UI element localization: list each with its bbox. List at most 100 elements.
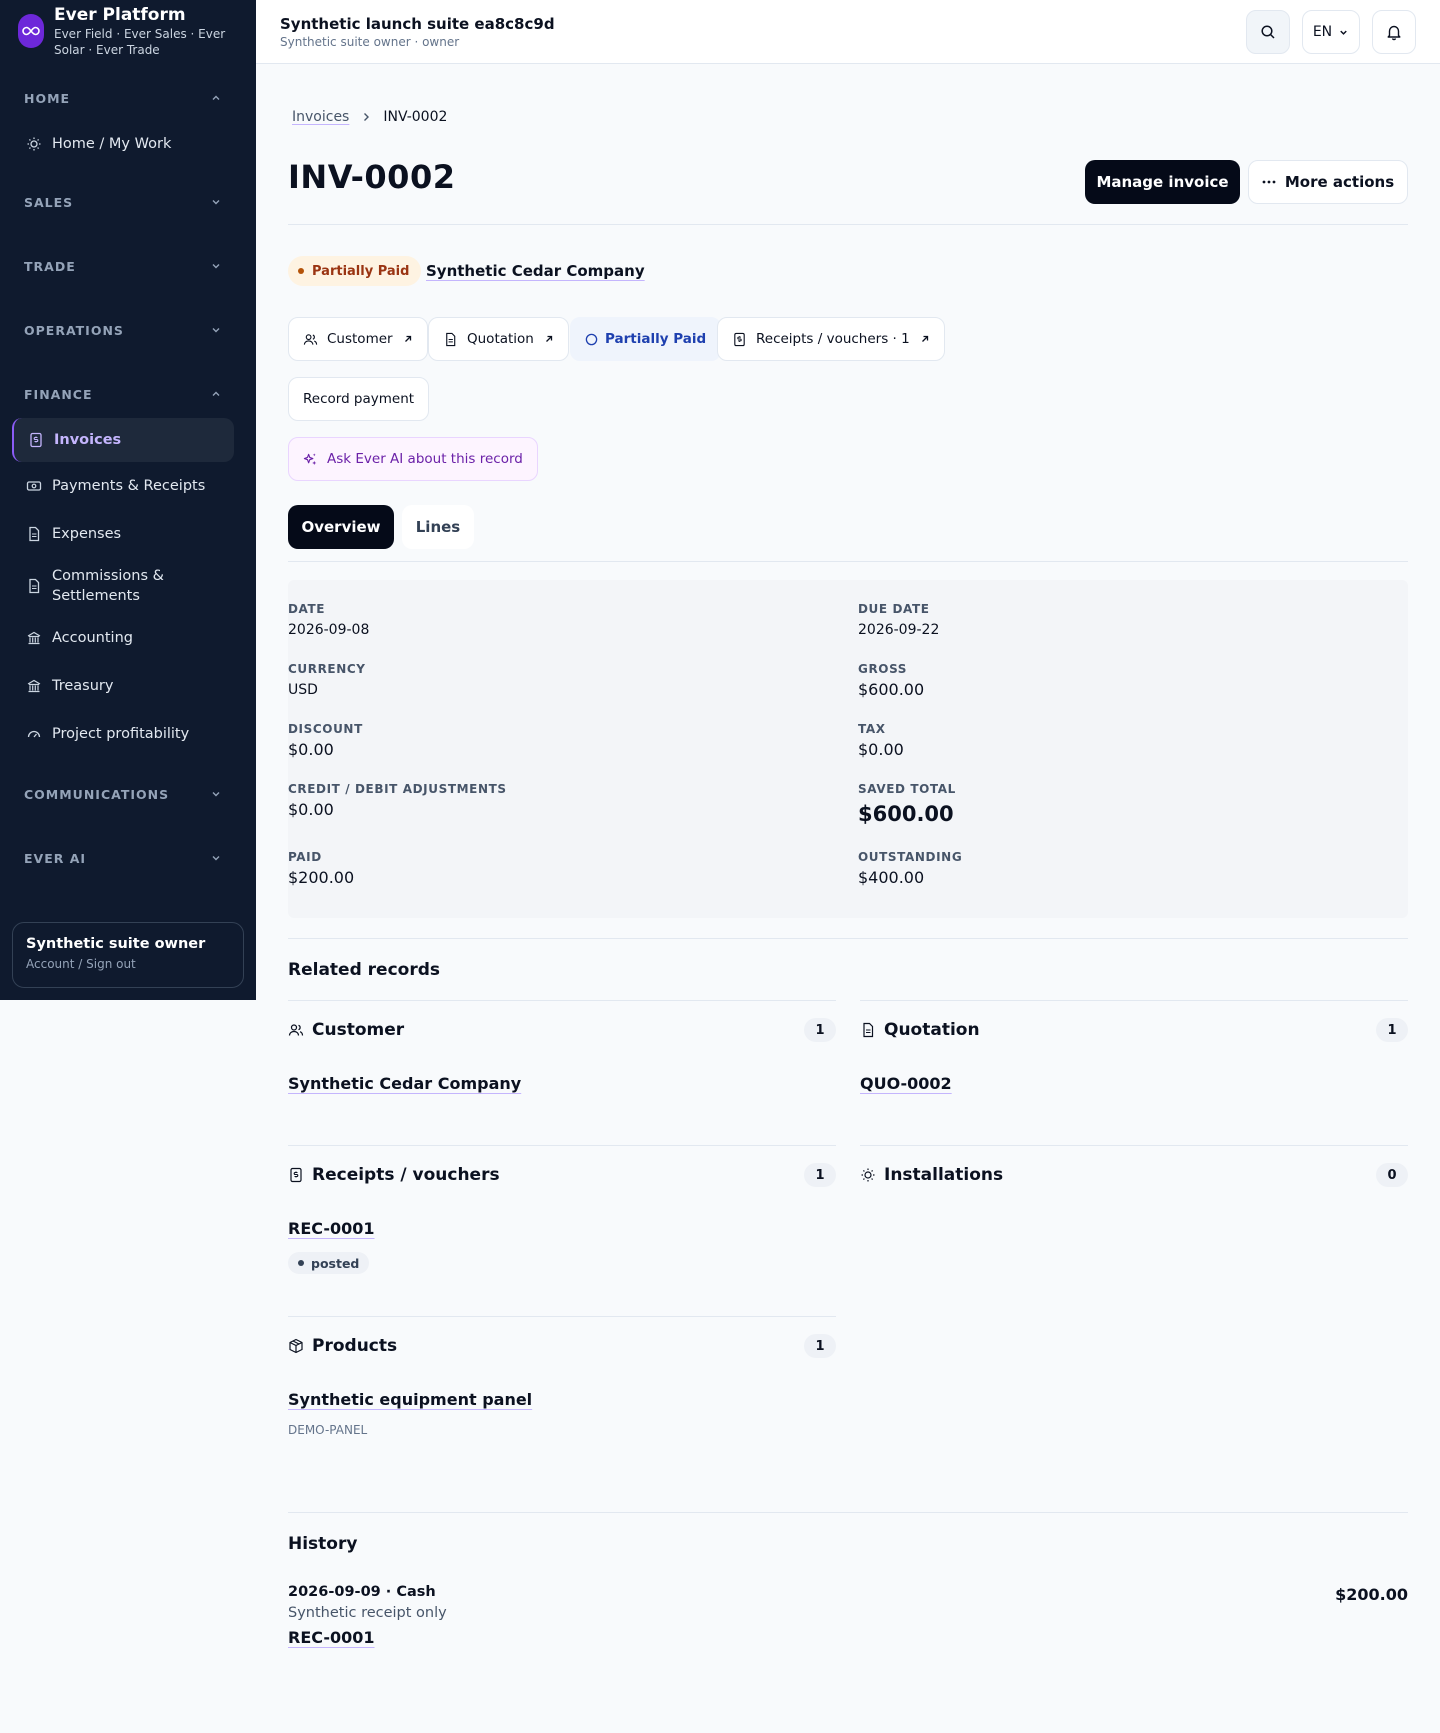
record-payment-button[interactable]: Record payment — [288, 377, 430, 421]
field-value: 2026-09-08 — [288, 622, 370, 638]
package-icon — [289, 1338, 303, 1354]
nav-group-finance[interactable]: FINANCE — [0, 362, 256, 426]
related-customer-card: Customer 1 Synthetic Cedar Company — [288, 1000, 836, 1093]
field-saved-total: SAVED TOTAL $600.00 — [858, 782, 956, 826]
sidebar-item-home[interactable]: Home / My Work — [0, 120, 256, 168]
status-dot — [298, 1260, 304, 1266]
card-title: Products — [312, 1336, 398, 1356]
status-dot — [298, 268, 304, 274]
circle-icon — [585, 333, 598, 345]
count-badge: 0 — [1376, 1163, 1408, 1187]
search-icon — [1261, 25, 1275, 39]
related-customer-link[interactable]: Synthetic Cedar Company — [288, 1074, 521, 1093]
card-title: Customer — [312, 1020, 405, 1040]
topbar: Synthetic launch suite ea8c8c9d Syntheti… — [256, 0, 1440, 64]
card-header: Customer 1 — [288, 1001, 836, 1059]
brand[interactable]: Ever Platform Ever Field · Ever Sales · … — [0, 0, 256, 64]
history-entry-amount: $200.00 — [1335, 1585, 1408, 1604]
nav-group-label: OPERATIONS — [24, 322, 124, 338]
document-icon — [863, 1022, 874, 1038]
related-receipt-link[interactable]: REC-0001 — [288, 1219, 375, 1238]
nav-group-label: TRADE — [24, 258, 76, 274]
field-label: OUTSTANDING — [858, 850, 963, 864]
customer-chip[interactable]: Customer — [288, 317, 428, 361]
tab-lines[interactable]: Lines — [402, 505, 474, 549]
customer-link[interactable]: Synthetic Cedar Company — [426, 262, 645, 280]
receipt-icon — [290, 1167, 302, 1183]
sidebar-item-commissions[interactable]: Commissions & Settlements — [0, 558, 256, 614]
language-select[interactable]: EN — [1302, 10, 1360, 54]
field-tax: TAX $0.00 — [858, 722, 904, 759]
banknote-icon — [26, 481, 42, 491]
field-label: PAID — [288, 850, 322, 864]
more-actions-label: More actions — [1284, 173, 1395, 191]
divider — [288, 224, 1408, 225]
count-badge: 1 — [804, 1018, 836, 1042]
nav-group-label: FINANCE — [24, 386, 93, 402]
chip-label: Quotation — [467, 331, 534, 347]
sidebar-item-project-profitability[interactable]: Project profitability — [0, 710, 256, 758]
card-header: Quotation 1 — [860, 1001, 1408, 1059]
chevron-down-icon — [212, 792, 220, 797]
chevron-down-icon — [212, 264, 220, 269]
brand-subtitle: Ever Field · Ever Sales · Ever Solar · E… — [54, 27, 226, 57]
chevron-up-icon — [212, 95, 220, 100]
receipt-icon — [734, 332, 745, 346]
sidebar-item-treasury[interactable]: Treasury — [0, 662, 256, 710]
tab-overview[interactable]: Overview — [288, 505, 394, 549]
account-card[interactable]: Synthetic suite owner Account / Sign out — [12, 922, 244, 988]
field-label: DUE DATE — [858, 602, 930, 616]
badge-label: posted — [311, 1255, 360, 1271]
more-actions-button[interactable]: More actions — [1248, 160, 1408, 204]
related-product-link[interactable]: Synthetic equipment panel — [288, 1390, 532, 1409]
account-name: Synthetic suite owner — [26, 936, 206, 952]
notifications-button[interactable] — [1372, 10, 1416, 54]
arrow-up-right-icon — [545, 335, 553, 342]
field-date: DATE 2026-09-08 — [288, 602, 369, 638]
page-title: INV-0002 — [288, 158, 456, 196]
nav-group-ever-ai[interactable]: EVER AI — [0, 826, 256, 890]
receipt-icon — [30, 432, 42, 448]
history-entry-note: Synthetic receipt only — [288, 1605, 447, 1621]
field-value: USD — [288, 682, 318, 698]
nav-group-sales[interactable]: SALES — [0, 170, 256, 234]
sidebar-item-label: Invoices — [54, 432, 122, 448]
field-value: $400.00 — [858, 868, 925, 887]
field-label: DATE — [288, 602, 326, 616]
sidebar-item-expenses[interactable]: Expenses — [0, 510, 256, 558]
field-currency: CURRENCY USD — [288, 662, 366, 698]
more-horizontal-icon — [1262, 180, 1276, 184]
sidebar-item-label: Expenses — [52, 526, 122, 542]
bell-icon — [1387, 25, 1401, 41]
receipts-chip[interactable]: Receipts / vouchers · 1 — [717, 317, 945, 361]
history-receipt-link[interactable]: REC-0001 — [288, 1628, 375, 1647]
document-icon — [29, 578, 40, 594]
chevron-down-icon — [212, 328, 220, 333]
workspace-title: Synthetic launch suite ea8c8c9d — [280, 15, 555, 33]
sidebar-item-payments[interactable]: Payments & Receipts — [0, 462, 256, 510]
sun-icon — [27, 137, 41, 151]
infinity-logo-icon — [18, 14, 44, 48]
overview-panel — [288, 580, 1408, 918]
chevron-down-icon — [1340, 30, 1347, 35]
card-title: Quotation — [884, 1020, 980, 1040]
breadcrumb-invoices-link[interactable]: Invoices — [292, 109, 349, 125]
card-header: Receipts / vouchers 1 — [288, 1146, 836, 1204]
chevron-down-icon — [212, 200, 220, 205]
quotation-chip[interactable]: Quotation — [428, 317, 569, 361]
nav-group-trade[interactable]: TRADE — [0, 234, 256, 298]
account-signout-link[interactable]: Account / Sign out — [26, 957, 230, 971]
field-label: CURRENCY — [288, 662, 366, 676]
nav-group-operations[interactable]: OPERATIONS — [0, 298, 256, 362]
ask-ai-button[interactable]: Ask Ever AI about this record — [288, 437, 538, 481]
sidebar-item-label: Home / My Work — [52, 136, 172, 152]
sidebar-item-accounting[interactable]: Accounting — [0, 614, 256, 662]
related-quotation-link[interactable]: QUO-0002 — [860, 1074, 952, 1093]
search-button[interactable] — [1246, 10, 1290, 54]
manage-invoice-button[interactable]: Manage invoice — [1085, 160, 1240, 204]
nav-group-label: EVER AI — [24, 850, 87, 866]
payment-status-chip[interactable]: Partially Paid — [570, 317, 722, 361]
sidebar-item-invoices[interactable]: Invoices — [12, 418, 234, 462]
nav-group-communications[interactable]: COMMUNICATIONS — [0, 762, 256, 826]
field-value: $0.00 — [858, 740, 904, 759]
